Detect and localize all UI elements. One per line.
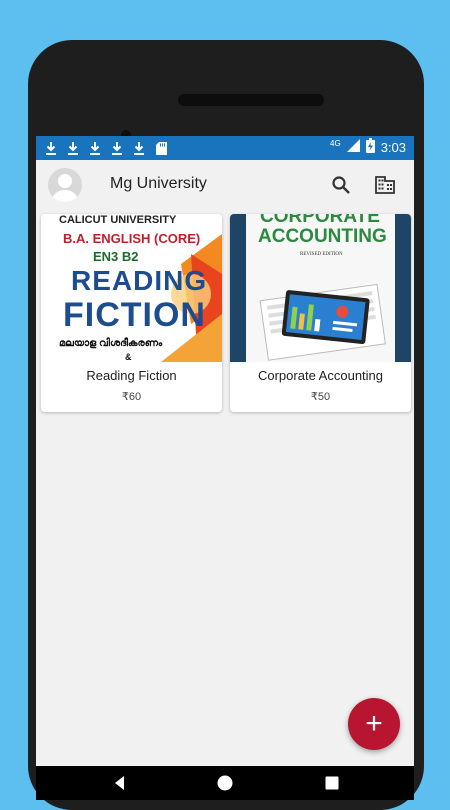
phone-speaker	[178, 94, 324, 106]
notification-icons	[44, 139, 168, 157]
download-icon	[88, 139, 102, 157]
cover-university: CALICUT UNIVERSITY	[59, 214, 177, 226]
status-bar: 4G 3:03	[36, 136, 414, 160]
sd-card-icon	[154, 139, 168, 157]
home-icon[interactable]	[217, 775, 233, 791]
building-icon[interactable]	[372, 172, 398, 198]
download-icon	[132, 139, 146, 157]
status-right: 4G 3:03	[330, 138, 406, 156]
book-price: ₹60	[121, 391, 142, 403]
recents-icon[interactable]	[324, 775, 340, 791]
cover-code: EN3 B2	[93, 249, 139, 264]
download-icon	[66, 139, 80, 157]
cover-title-2: FICTION	[63, 296, 206, 334]
book-cover-image: CALICUT UNIVERSITY B.A. ENGLISH (CORE) E…	[41, 214, 222, 362]
book-card-reading-fiction[interactable]: CALICUT UNIVERSITY B.A. ENGLISH (CORE) E…	[41, 214, 222, 412]
download-icon	[110, 139, 124, 157]
app-title: Mg University	[110, 175, 207, 192]
cover-title-1: READING	[71, 265, 208, 296]
navigation-bar	[36, 766, 414, 800]
book-title: Corporate Accounting	[257, 368, 384, 383]
cover-edition: REVISED EDITION	[300, 252, 343, 257]
clock: 3:03	[380, 139, 406, 155]
book-price: ₹50	[310, 391, 331, 403]
cover-course: B.A. ENGLISH (CORE)	[63, 231, 201, 246]
avatar-placeholder-icon[interactable]	[48, 168, 82, 202]
book-card-corporate-accounting[interactable]: CORPORATE ACCOUNTING REVISED EDITION Cor…	[230, 214, 411, 412]
book-cover-image: CORPORATE ACCOUNTING REVISED EDITION	[230, 214, 411, 362]
download-icon	[44, 139, 58, 157]
network-type: 4G	[330, 138, 341, 148]
search-icon[interactable]	[328, 172, 354, 198]
app-bar: Mg University	[36, 160, 414, 212]
signal-icon	[346, 139, 360, 155]
battery-charging-icon	[365, 138, 375, 156]
cover-ampersand: &	[125, 352, 132, 362]
back-icon[interactable]	[112, 775, 128, 791]
cover-title-2: ACCOUNTING	[258, 226, 387, 247]
book-title: Reading Fiction	[86, 368, 177, 383]
app-screen: 4G 3:03 Mg University CALICUT UNIVERSITY	[36, 136, 414, 800]
add-button[interactable]: +	[348, 698, 400, 750]
cover-subtitle: മലയാള വിശദീകരണം	[59, 338, 163, 349]
